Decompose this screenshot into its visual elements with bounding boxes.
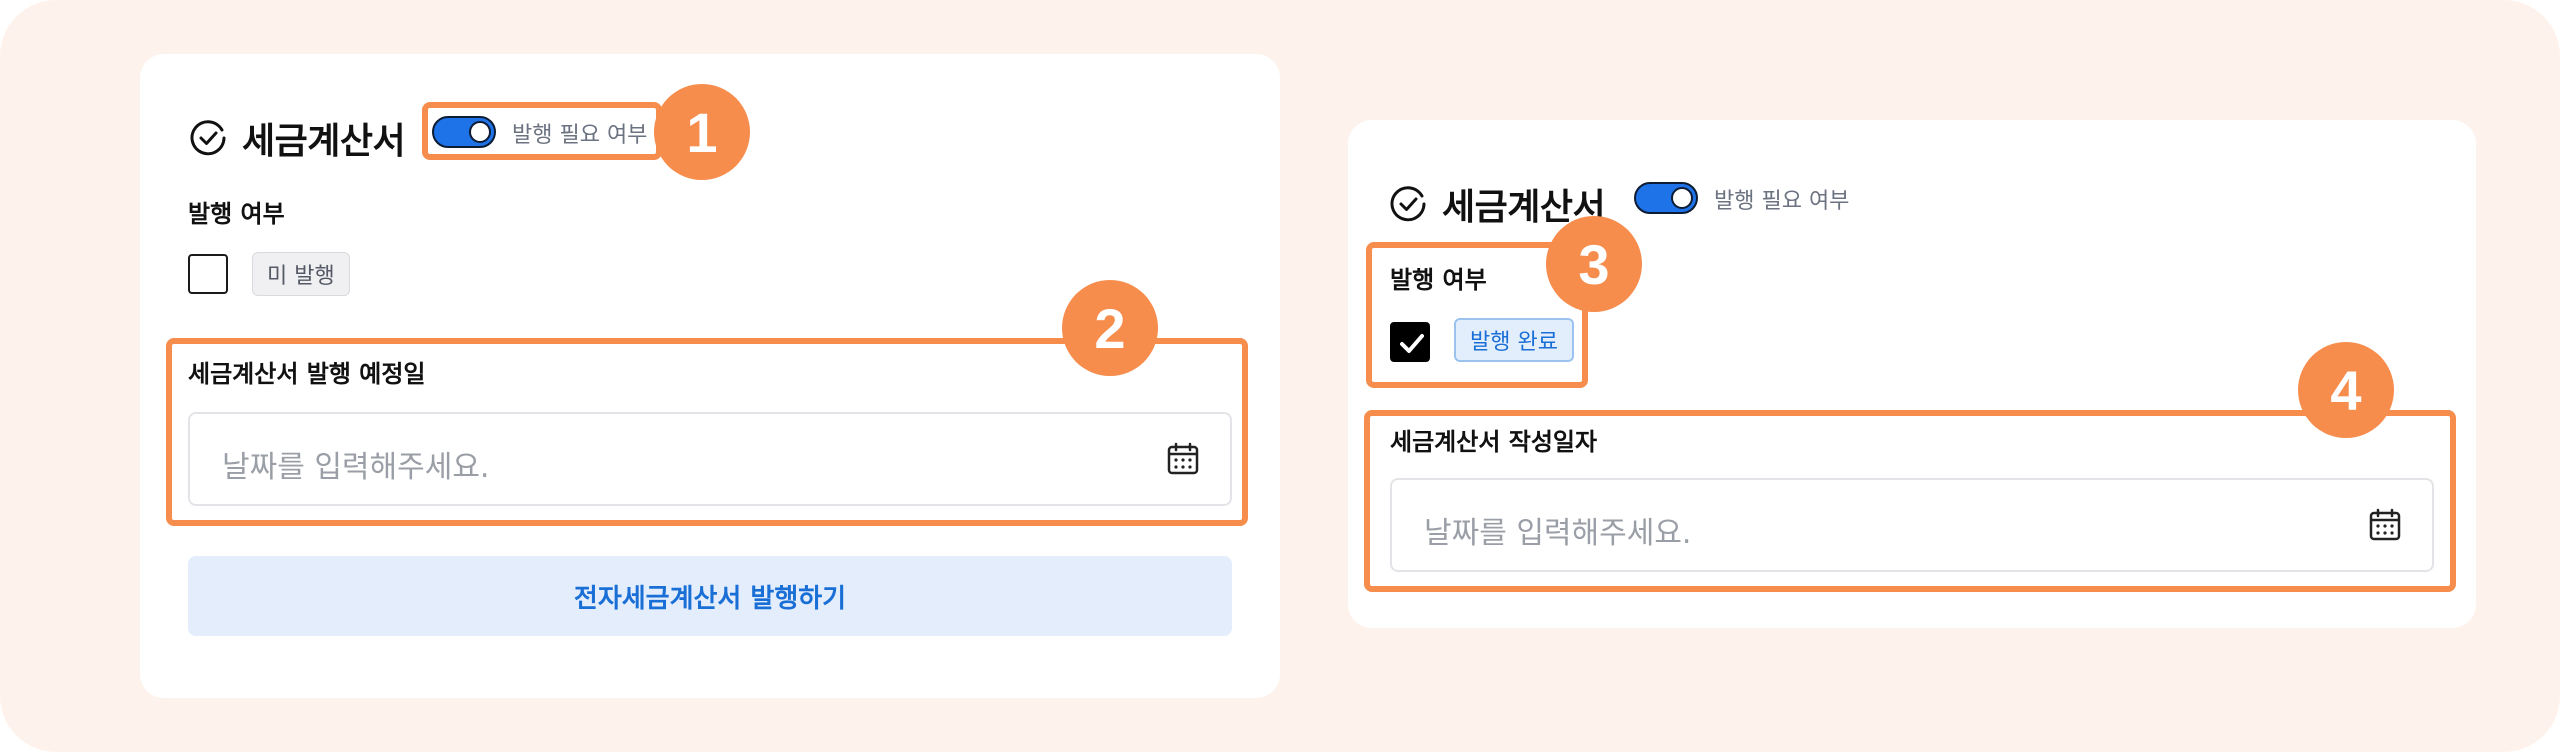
marker-2: 2: [1062, 280, 1158, 376]
status-badge: 미 발행: [252, 252, 350, 296]
issued-checkbox[interactable]: [188, 254, 228, 294]
card-header: 세금계산서: [188, 112, 406, 164]
check-circle-icon: [1390, 186, 1426, 222]
issue-e-tax-invoice-button[interactable]: 전자세금계산서 발행하기: [188, 556, 1232, 636]
marker-1: 1: [654, 84, 750, 180]
issue-status-label: 발행 여부: [188, 200, 285, 228]
card-title: 세금계산서: [242, 121, 406, 162]
check-circle-icon: [190, 120, 226, 156]
highlight-written-date: [1364, 410, 2456, 592]
toggle-knob: [1671, 187, 1693, 209]
issue-required-label: 발행 필요 여부: [1714, 189, 1850, 214]
issue-required-toggle[interactable]: [1634, 182, 1698, 214]
highlight-toggle: [422, 102, 662, 160]
marker-4: 4: [2298, 342, 2394, 438]
annotation-canvas: 세금계산서 발행 필요 여부 발행 여부 미 발행 세금계산서 발행 예정일 날…: [0, 0, 2560, 752]
marker-3: 3: [1546, 216, 1642, 312]
